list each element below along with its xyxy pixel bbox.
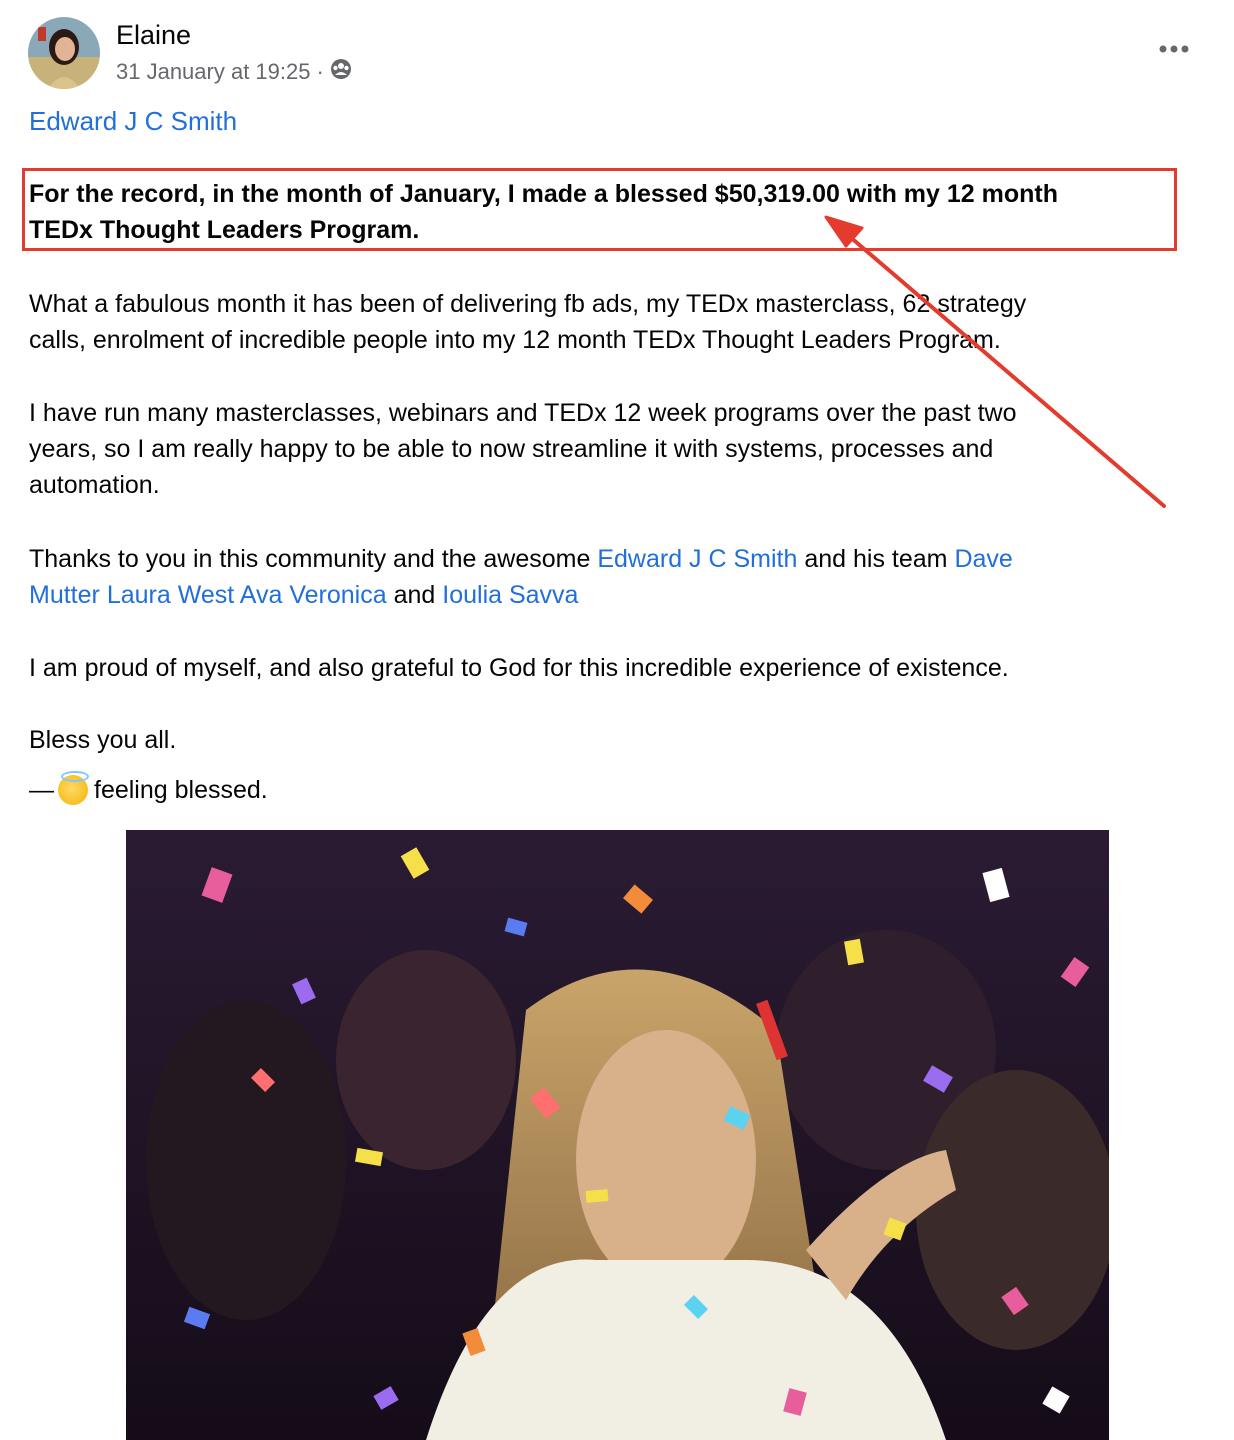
paragraph-fabulous-month: What a fabulous month it has been of del…: [29, 286, 1189, 358]
mention-ioulia-savva[interactable]: Ioulia Savva: [442, 581, 578, 609]
para2-line-2: calls, enrolment of incredible people in…: [29, 326, 1001, 354]
paragraph-thanks: Thanks to you in this community and the …: [29, 541, 1189, 613]
post-timestamp[interactable]: 31 January at 19:25: [116, 59, 310, 85]
mention-dave-first[interactable]: Dave: [954, 545, 1012, 573]
thanks-text-1: Thanks to you in this community and the …: [29, 545, 598, 573]
thanks-text-2: and his team: [797, 545, 955, 573]
group-icon[interactable]: [330, 58, 352, 86]
para2-line-1: What a fabulous month it has been of del…: [29, 290, 1027, 318]
feeling-activity: — feeling blessed.: [29, 771, 268, 808]
thanks-text-3: and: [386, 581, 443, 609]
highlight-line-2: TEDx Thought Leaders Program.: [29, 216, 420, 244]
paragraph-proud: I am proud of myself, and also grateful …: [29, 654, 1009, 682]
mention-laura-west[interactable]: Laura West: [107, 581, 234, 609]
halo-smiley-icon: [58, 771, 89, 805]
more-options-icon[interactable]: [1154, 34, 1194, 64]
para3-line-2: years, so I am really happy to be able t…: [29, 435, 994, 463]
mention-ava-veronica[interactable]: Ava Veronica: [240, 581, 387, 609]
paragraph-masterclasses: I have run many masterclasses, webinars …: [29, 395, 1189, 503]
para3-line-3: automation.: [29, 471, 160, 499]
celebration-gif[interactable]: [126, 830, 1109, 1440]
meta-separator: ·: [316, 59, 324, 84]
mention-edward-smith[interactable]: Edward J C Smith: [597, 545, 797, 573]
paragraph-bless: Bless you all.: [29, 726, 177, 754]
tagged-person-link[interactable]: Edward J C Smith: [29, 106, 237, 137]
avatar[interactable]: [28, 17, 100, 89]
highlighted-paragraph: For the record, in the month of January,…: [29, 176, 1189, 248]
highlight-line-1: For the record, in the month of January,…: [29, 180, 1058, 208]
author-name[interactable]: Elaine: [116, 20, 191, 51]
feeling-text[interactable]: feeling blessed.: [94, 772, 268, 808]
post-meta: 31 January at 19:25 ·: [116, 58, 352, 86]
para3-line-1: I have run many masterclasses, webinars …: [29, 399, 1017, 427]
feeling-dash: —: [29, 776, 54, 804]
mention-dave-last[interactable]: Mutter: [29, 581, 100, 609]
